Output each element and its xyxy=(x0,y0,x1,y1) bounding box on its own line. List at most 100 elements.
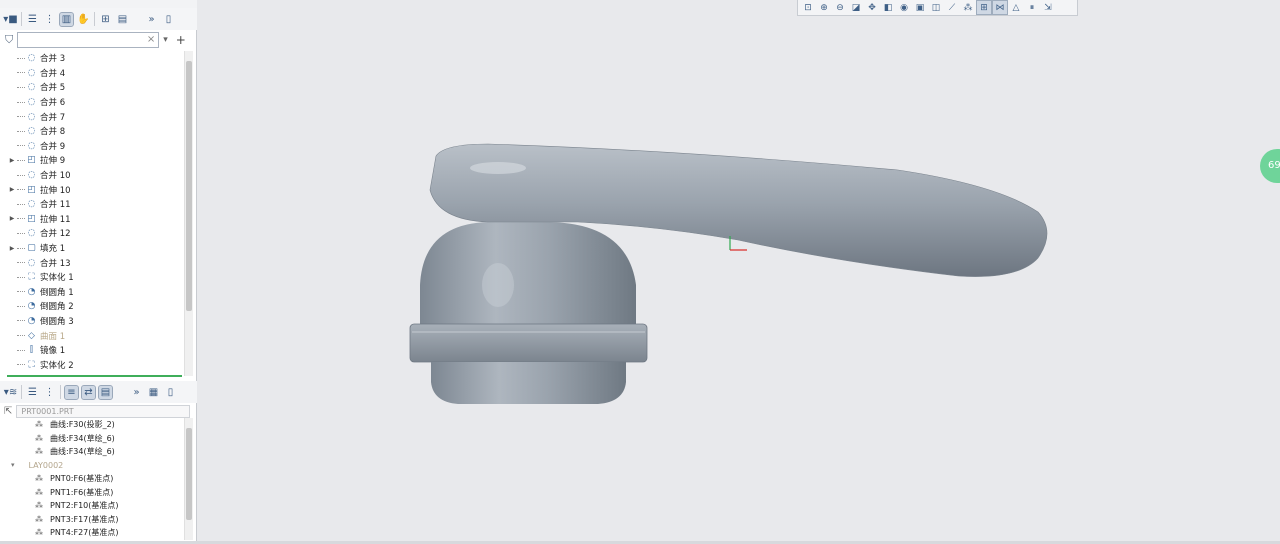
model-tree-item[interactable]: ▶ ◰ 拉伸 9 xyxy=(7,153,183,168)
part-dropdown-icon[interactable]: ▾■ xyxy=(3,13,17,26)
layer-columns-icon[interactable]: ⋮ xyxy=(43,386,56,399)
model-tree-item[interactable]: ◔ 倒圆角 3 xyxy=(7,314,183,329)
layer-item-label: LAY0002 xyxy=(28,460,64,470)
spin-center-icon[interactable]: ⊞ xyxy=(976,0,992,15)
display-style-icon[interactable]: ◧ xyxy=(881,1,895,14)
model-tree-item[interactable]: ◌ 合并 13 xyxy=(7,255,183,270)
layer-group-item[interactable]: ▾ LAY0002 xyxy=(7,459,183,473)
repaint-icon[interactable]: ◪ xyxy=(849,1,863,14)
graphics-viewport[interactable]: ⊡ ⊕ ⊖ ◪ ✥ ◧ ◉ ▣ ◫ ⟋ ⁂ ⊞ ⋈ △ ⏸ ⇲ 69 xyxy=(198,0,1280,544)
model-tree-item[interactable]: ◌ 合并 3 xyxy=(7,51,183,66)
show-dropdown-icon[interactable]: ⊞ xyxy=(99,13,112,26)
layer-tree-scrollbar[interactable] xyxy=(184,418,193,540)
model-tree-item[interactable]: ▶ ▢ 填充 1 xyxy=(7,241,183,256)
tree-connector xyxy=(17,276,25,278)
model-tree-item[interactable]: ◌ 合并 5 xyxy=(7,80,183,95)
saved-views-icon[interactable]: ◉ xyxy=(897,1,911,14)
scrollbar-thumb[interactable] xyxy=(186,428,192,520)
collapse-arrow-icon[interactable]: ▾ xyxy=(11,461,15,469)
layer-list-icon[interactable]: ☰ xyxy=(26,386,39,399)
tree-connector xyxy=(17,335,25,337)
annotation-display-icon[interactable]: ⁂ xyxy=(961,1,975,14)
pause-icon[interactable]: ⏸ xyxy=(1025,1,1039,14)
tree-search-input[interactable]: × xyxy=(17,32,160,48)
model-tree-item[interactable]: ◌ 合并 4 xyxy=(7,66,183,81)
expand-icon[interactable]: ⇲ xyxy=(1041,1,1055,14)
model-tree-item[interactable]: ▶ ◰ 拉伸 11 xyxy=(7,212,183,227)
tree-filter-icon[interactable]: ▥ xyxy=(59,11,74,27)
model-tree-item[interactable]: ◔ 倒圆角 1 xyxy=(7,285,183,300)
layer-item[interactable]: ⁂ PNT2:F10(基准点) xyxy=(7,499,183,513)
tree-columns-icon[interactable]: ⋮ xyxy=(43,13,56,26)
settings-hand-icon[interactable]: ✋ xyxy=(77,13,90,26)
layer-item[interactable]: ⁂ 曲线:F34(草绘_6) xyxy=(7,432,183,446)
layer-item[interactable]: ⁂ 曲线:F30(投影_2) xyxy=(7,418,183,432)
scrollbar-thumb[interactable] xyxy=(186,61,192,311)
tree-connector xyxy=(17,262,25,264)
clear-search-icon[interactable]: × xyxy=(147,34,155,45)
tree-connector xyxy=(17,305,25,307)
model-tree-item[interactable]: ⫿ 镜像 1 xyxy=(7,343,183,358)
refit-icon[interactable]: ⊡ xyxy=(801,1,815,14)
layer-dropdown-icon[interactable]: ▾≋ xyxy=(4,386,17,399)
expand-arrow-icon[interactable]: ▶ xyxy=(7,186,17,193)
view-manager-icon[interactable]: ▣ xyxy=(913,1,927,14)
layer-item[interactable]: ⁂ PNT1:F6(基准点) xyxy=(7,486,183,500)
model-tree-item[interactable]: ◇ 曲面 1 xyxy=(7,328,183,343)
model-tree-item[interactable]: ⛶ 实体化 2 xyxy=(7,357,183,372)
expand-arrow-icon[interactable]: ▶ xyxy=(7,215,17,222)
model-tree-item[interactable]: ◌ 合并 10 xyxy=(7,168,183,183)
layer-tree: ⁂ 曲线:F30(投影_2) ⁂ 曲线:F34(草绘_6) ⁂ 曲线:F34(草绘_6) ▾… xyxy=(7,418,183,540)
layer-props-icon[interactable]: ▦ xyxy=(147,386,160,399)
model-tree-scrollbar[interactable] xyxy=(184,51,193,376)
solidify-icon: ⛶ xyxy=(28,272,35,283)
tree-list-icon[interactable]: ☰ xyxy=(26,13,39,26)
layer-show-icon[interactable]: ≡ xyxy=(64,384,79,400)
layer-item[interactable]: ⁂ PNT4:F27(基准点) xyxy=(7,526,183,540)
model-canvas[interactable] xyxy=(198,0,1280,544)
clipboard-icon[interactable]: ▯ xyxy=(162,13,175,26)
tree-settings-icon[interactable]: ▤ xyxy=(116,13,129,26)
more-chevron-icon[interactable]: » xyxy=(130,386,143,399)
select-pointer-icon[interactable]: ⇱ xyxy=(4,406,12,417)
round-icon: ◔ xyxy=(27,301,36,312)
more-chevron-icon[interactable]: » xyxy=(145,13,158,26)
layer-item[interactable]: ⁂ 曲线:F34(草绘_6) xyxy=(7,445,183,459)
layer-settings-icon[interactable]: ▤ xyxy=(98,384,113,400)
model-tree-item[interactable]: ⛶ 实体化 1 xyxy=(7,270,183,285)
model-tree-item[interactable]: ◌ 合并 11 xyxy=(7,197,183,212)
pan-icon[interactable]: ✥ xyxy=(865,1,879,14)
door-handle-model[interactable] xyxy=(409,143,1048,404)
clipboard-icon[interactable]: ▯ xyxy=(164,386,177,399)
model-tree-item[interactable]: ▶ ◰ 拉伸 10 xyxy=(7,182,183,197)
zoom-out-icon[interactable]: ⊖ xyxy=(833,1,847,14)
datum-item-icon: ⁂ xyxy=(35,487,43,497)
merge-icon: ◌ xyxy=(27,53,36,64)
model-tree-item[interactable]: ◌ 合并 6 xyxy=(7,95,183,110)
insert-indicator xyxy=(7,375,182,377)
add-filter-icon[interactable]: + xyxy=(176,33,186,47)
appearance-icon[interactable]: △ xyxy=(1009,1,1023,14)
model-tree-item-label: 合并 10 xyxy=(40,171,71,182)
model-tree-item[interactable]: ◌ 合并 7 xyxy=(7,109,183,124)
layer-edit-icon[interactable]: ⇄ xyxy=(81,384,96,400)
layer-item[interactable]: ⁂ PNT0:F6(基准点) xyxy=(7,472,183,486)
plane-display-icon[interactable]: ⋈ xyxy=(992,0,1008,15)
tree-connector xyxy=(17,232,25,234)
model-tree-item[interactable]: ◌ 合并 9 xyxy=(7,139,183,154)
expand-arrow-icon[interactable]: ▶ xyxy=(7,245,17,252)
expand-arrow-icon[interactable]: ▶ xyxy=(7,157,17,164)
model-tree-item[interactable]: ◌ 合并 8 xyxy=(7,124,183,139)
section-icon[interactable]: ◫ xyxy=(929,1,943,14)
tree-connector xyxy=(17,291,25,293)
model-tree-item[interactable]: ◔ 倒圆角 2 xyxy=(7,299,183,314)
datum-display-icon[interactable]: ⟋ xyxy=(945,1,959,14)
filter-dropdown-icon[interactable]: ▾ xyxy=(163,35,168,45)
zoom-in-icon[interactable]: ⊕ xyxy=(817,1,831,14)
layer-path-field[interactable]: PRT0001.PRT xyxy=(16,404,191,418)
layer-path-row: ⇱ PRT0001.PRT xyxy=(4,404,193,418)
layer-item[interactable]: ⁂ PNT3:F17(基准点) xyxy=(7,513,183,527)
model-tree-item[interactable]: ◌ 合并 12 xyxy=(7,226,183,241)
tree-connector xyxy=(17,218,25,220)
filter-funnel-icon[interactable]: ⛉ xyxy=(5,33,13,47)
